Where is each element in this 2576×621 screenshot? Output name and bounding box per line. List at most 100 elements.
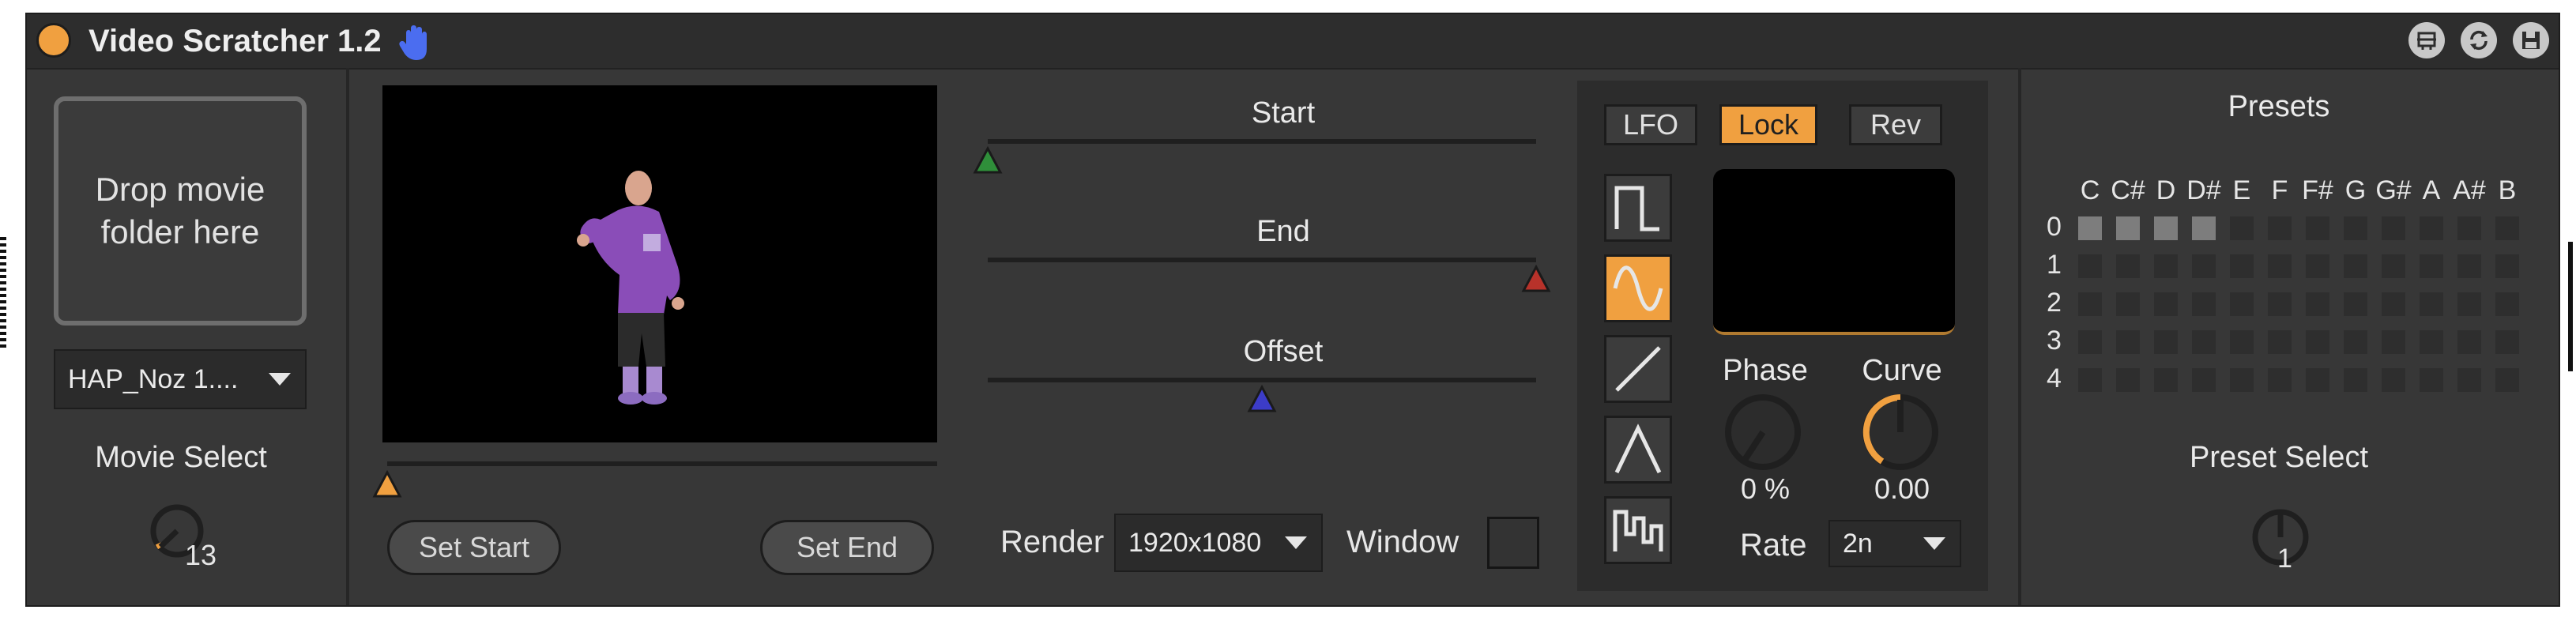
preset-slot[interactable] xyxy=(2344,254,2367,278)
drop-folder-zone[interactable]: Drop movie folder here xyxy=(54,96,307,326)
preset-slot[interactable] xyxy=(2116,254,2140,278)
preset-slot[interactable] xyxy=(2420,330,2443,354)
movie-folder-dropdown[interactable]: HAP_Noz 1.... xyxy=(54,349,307,409)
set-end-button[interactable]: Set End xyxy=(760,520,934,575)
title-bar: Video Scratcher 1.2 xyxy=(27,14,2559,70)
preset-slot[interactable] xyxy=(2078,254,2102,278)
preset-slot[interactable] xyxy=(2382,330,2405,354)
phase-knob[interactable] xyxy=(1719,389,1806,476)
preset-slot[interactable] xyxy=(2078,330,2102,354)
preset-slot[interactable] xyxy=(2154,216,2178,240)
square-wave-button[interactable] xyxy=(1604,174,1672,242)
playhead-track[interactable] xyxy=(387,461,937,466)
preset-note-label: G xyxy=(2344,175,2367,205)
preset-slot[interactable] xyxy=(2230,368,2254,392)
render-resolution-dropdown[interactable]: 1920x1080 xyxy=(1114,514,1323,572)
preset-slot[interactable] xyxy=(2154,330,2178,354)
preset-slot[interactable] xyxy=(2268,330,2292,354)
preset-slot[interactable] xyxy=(2230,292,2254,316)
preset-slot[interactable] xyxy=(2192,254,2216,278)
preset-note-label: A# xyxy=(2453,175,2486,205)
square-wave-icon xyxy=(1614,186,1659,231)
window-toggle[interactable] xyxy=(1487,517,1539,569)
end-track[interactable] xyxy=(988,258,1536,262)
lfo-waveform-display xyxy=(1713,169,1955,335)
preset-slot[interactable] xyxy=(2306,254,2329,278)
preset-slot[interactable] xyxy=(2154,368,2178,392)
preset-slot[interactable] xyxy=(2116,330,2140,354)
preset-slot[interactable] xyxy=(2457,330,2481,354)
preset-slot[interactable] xyxy=(2420,216,2443,240)
preset-slot[interactable] xyxy=(2230,216,2254,240)
preset-slot[interactable] xyxy=(2268,254,2292,278)
display-icon[interactable] xyxy=(2408,22,2445,58)
preset-slot[interactable] xyxy=(2457,292,2481,316)
preset-slot[interactable] xyxy=(2344,368,2367,392)
end-marker[interactable] xyxy=(1520,264,1552,295)
curve-knob[interactable] xyxy=(1857,389,1944,476)
rate-value: 2n xyxy=(1843,528,1873,559)
preset-slot[interactable] xyxy=(2078,216,2102,240)
lfo-toggle[interactable]: LFO xyxy=(1604,104,1697,145)
preset-slot[interactable] xyxy=(2495,254,2519,278)
preset-slot[interactable] xyxy=(2495,368,2519,392)
preset-slot[interactable] xyxy=(2306,330,2329,354)
refresh-icon[interactable] xyxy=(2461,22,2497,58)
preset-slot[interactable] xyxy=(2344,216,2367,240)
triangle-wave-button[interactable] xyxy=(1604,416,1672,484)
preset-slot[interactable] xyxy=(2306,368,2329,392)
preset-slot[interactable] xyxy=(2382,254,2405,278)
save-icon[interactable] xyxy=(2513,22,2549,58)
preset-slot[interactable] xyxy=(2192,330,2216,354)
preset-note-label: C# xyxy=(2111,175,2145,205)
preset-slot[interactable] xyxy=(2268,368,2292,392)
start-track[interactable] xyxy=(988,139,1536,144)
rate-dropdown[interactable]: 2n xyxy=(1828,520,1961,567)
preset-slot[interactable] xyxy=(2495,216,2519,240)
preset-slot[interactable] xyxy=(2116,368,2140,392)
set-start-button[interactable]: Set Start xyxy=(387,520,561,575)
preset-slot[interactable] xyxy=(2116,292,2140,316)
preset-slot[interactable] xyxy=(2457,216,2481,240)
rev-toggle[interactable]: Rev xyxy=(1849,104,1942,145)
preset-slot[interactable] xyxy=(2344,330,2367,354)
ramp-wave-button[interactable] xyxy=(1604,335,1672,403)
preset-slot[interactable] xyxy=(2495,330,2519,354)
offset-track[interactable] xyxy=(988,378,1536,382)
device-title: Video Scratcher 1.2 xyxy=(89,24,382,58)
preset-slot[interactable] xyxy=(2306,216,2329,240)
preset-note-label: D# xyxy=(2186,175,2221,205)
preset-slot[interactable] xyxy=(2192,292,2216,316)
preset-slot[interactable] xyxy=(2382,368,2405,392)
movie-folder-value: HAP_Noz 1.... xyxy=(68,363,239,394)
device-power-toggle[interactable] xyxy=(36,23,71,58)
preset-slot[interactable] xyxy=(2078,292,2102,316)
preset-slot[interactable] xyxy=(2382,216,2405,240)
preset-slot[interactable] xyxy=(2306,292,2329,316)
preset-slot[interactable] xyxy=(2116,216,2140,240)
preset-slot[interactable] xyxy=(2344,292,2367,316)
offset-marker[interactable] xyxy=(1246,384,1278,416)
end-label: End xyxy=(1256,215,1310,248)
preset-slot[interactable] xyxy=(2420,292,2443,316)
playhead-marker[interactable] xyxy=(371,469,403,501)
preset-slot[interactable] xyxy=(2230,330,2254,354)
preset-slot[interactable] xyxy=(2268,292,2292,316)
preset-slot[interactable] xyxy=(2154,254,2178,278)
preset-slot[interactable] xyxy=(2268,216,2292,240)
sine-wave-button[interactable] xyxy=(1604,254,1672,322)
preset-slot[interactable] xyxy=(2192,368,2216,392)
preset-slot[interactable] xyxy=(2420,368,2443,392)
lock-toggle[interactable]: Lock xyxy=(1719,104,1817,145)
preset-slot[interactable] xyxy=(2420,254,2443,278)
preset-slot[interactable] xyxy=(2457,368,2481,392)
preset-slot[interactable] xyxy=(2078,368,2102,392)
preset-slot[interactable] xyxy=(2154,292,2178,316)
preset-slot[interactable] xyxy=(2495,292,2519,316)
preset-slot[interactable] xyxy=(2382,292,2405,316)
preset-slot[interactable] xyxy=(2230,254,2254,278)
random-wave-button[interactable] xyxy=(1604,496,1672,564)
preset-slot[interactable] xyxy=(2192,216,2216,240)
start-marker[interactable] xyxy=(972,145,1004,177)
preset-slot[interactable] xyxy=(2457,254,2481,278)
